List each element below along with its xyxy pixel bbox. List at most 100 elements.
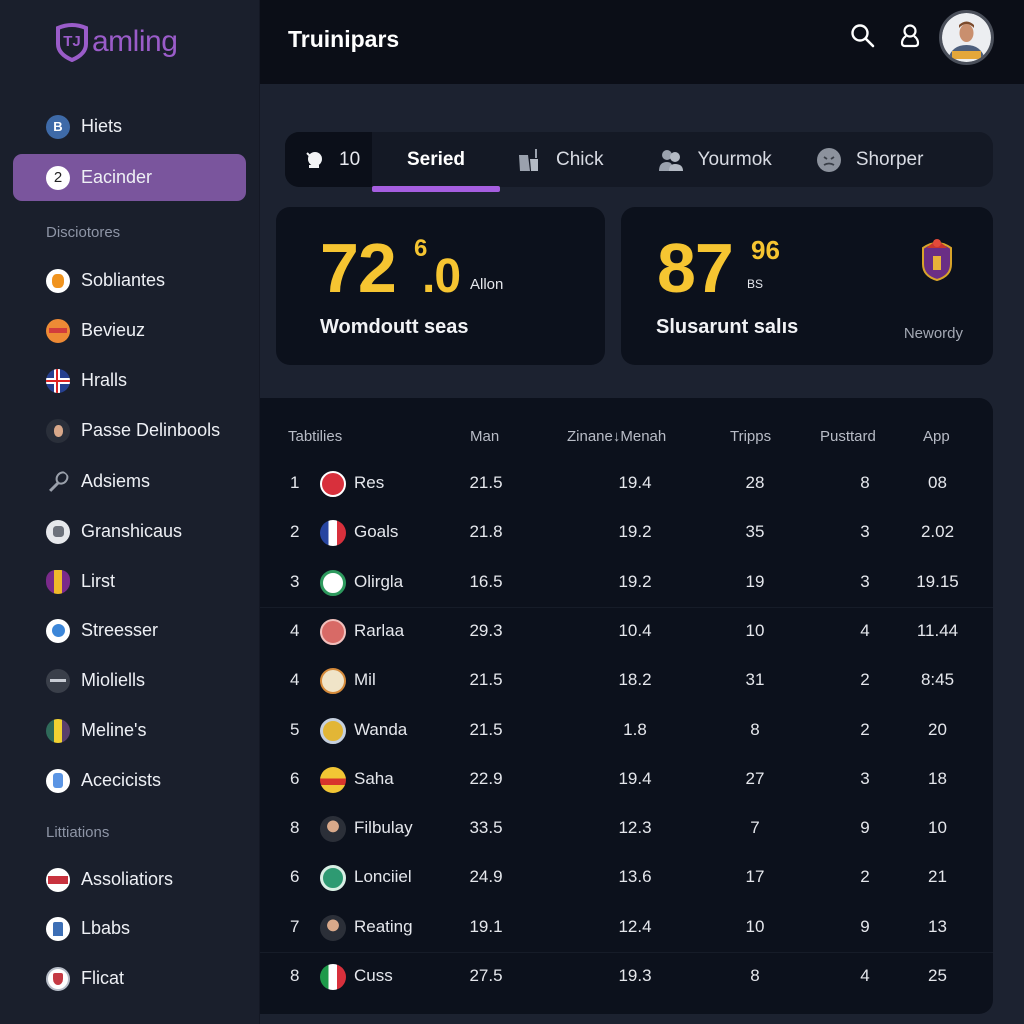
sidebar-item-label: Bevieuz [81, 320, 146, 340]
sidebar-item-hralls[interactable]: Hralls [13, 357, 246, 404]
column-header-zinane-menah[interactable]: Zinane↓Menah [567, 428, 666, 445]
stat-card-womdoutt[interactable]: 72 6 .0 Allon Womdoutt seas [276, 207, 605, 365]
table-row[interactable]: 2 Goals 21.8 19.2 35 3 2.02 [260, 509, 993, 558]
row-team-name[interactable]: Rarlaa [354, 621, 404, 641]
tab-chick[interactable]: Chick [516, 132, 604, 187]
main-content: Truinipars 10 Seried Chick Yourmok Shorp… [260, 0, 1024, 1024]
table-row[interactable]: 5 Wanda 21.5 1.8 8 2 20 [260, 707, 993, 756]
sidebar-item-passe-delinbools[interactable]: Passe Delinbools [13, 407, 246, 454]
cell-app: 2.02 [920, 522, 955, 542]
sidebar-item-label: Mioliells [81, 670, 146, 690]
table-row[interactable]: 4 Rarlaa 29.3 10.4 10 4 11.44 [260, 608, 993, 657]
row-rank: 6 [290, 768, 300, 788]
row-team-name[interactable]: Olirgla [354, 572, 403, 592]
sidebar-item-assoliatiors[interactable]: Assoliatiors [13, 856, 246, 903]
cell-man: 19.1 [469, 916, 503, 936]
table-row[interactable]: 6 Lonciiel 24.9 13.6 17 2 21 [260, 854, 993, 903]
user-icon[interactable] [896, 22, 924, 50]
table-row[interactable]: 3 Olirgla 16.5 19.2 19 3 19.15 [260, 559, 993, 608]
cell-man: 27.5 [469, 966, 503, 985]
stat-badge: Newordy [903, 325, 963, 342]
column-header-pusttard[interactable]: Pusttard [820, 428, 876, 445]
sidebar-item-label: Streesser [81, 620, 159, 640]
cell-man: 22.9 [469, 768, 503, 788]
tab-shorper[interactable]: Shorper [816, 132, 923, 187]
column-header-tabtilies[interactable]: Tabtilies [288, 428, 342, 445]
cell-zm: 19.4 [618, 473, 652, 492]
blue-circle-icon [46, 618, 70, 643]
sidebar-item-bevieuz[interactable]: Bevieuz [13, 307, 246, 354]
tab-yourmok[interactable]: Yourmok [658, 132, 772, 187]
table-row[interactable]: 7 Reating 19.1 12.4 10 9 13 [260, 904, 993, 953]
sidebar-item-granshicaus[interactable]: Granshicaus [13, 508, 246, 555]
sidebar-item-streesser[interactable]: Streesser [13, 607, 246, 654]
cell-pust: 9 [860, 818, 870, 838]
blue-bottle-icon [46, 768, 70, 793]
user-avatar[interactable] [939, 10, 994, 65]
row-team-name[interactable]: Saha [354, 769, 394, 789]
cell-pust: 4 [860, 966, 870, 985]
row-team-name[interactable]: Lonciiel [354, 867, 412, 887]
person-avatar-icon [46, 418, 70, 443]
tab-seried[interactable]: Seried [372, 132, 500, 192]
club-crest-icon [917, 234, 957, 282]
sidebar-item-hiets[interactable]: B Hiets [13, 103, 246, 150]
row-team-name[interactable]: Filbulay [354, 818, 413, 838]
column-header-tripps[interactable]: Tripps [730, 428, 771, 445]
top-bar: Truinipars [260, 0, 1024, 84]
stat-unit: BS [747, 277, 764, 291]
dark-circle-icon [46, 668, 70, 693]
page-title: Truinipars [288, 26, 400, 52]
row-team-name[interactable]: Reating [354, 917, 413, 937]
row-team-name[interactable]: Cuss [354, 966, 393, 986]
sidebar-item-flicat[interactable]: Flicat [13, 955, 246, 1002]
table-row[interactable]: 4 Mil 21.5 18.2 31 2 8:45 [260, 657, 993, 706]
sidebar-item-lbabs[interactable]: Lbabs [13, 905, 246, 952]
tab-label: Seried [406, 148, 466, 170]
sidebar-item-label: Adsiems [81, 471, 151, 491]
cell-zm: 10.4 [618, 620, 652, 640]
sidebar-item-acecicists[interactable]: Acecicists [13, 757, 246, 804]
mascot-crest-icon [320, 668, 346, 695]
table-row[interactable]: 8 Cuss 27.5 19.3 8 4 25 [260, 953, 993, 1002]
table-row[interactable]: 8 Filbulay 33.5 12.3 7 9 10 [260, 805, 993, 854]
count-tab[interactable]: 10 [285, 132, 372, 187]
stat-card-slusarunt[interactable]: 87 96 BS Slusarunt salıs Newordy [621, 207, 993, 365]
sidebar-item-adsiems[interactable]: Adsiems [13, 458, 246, 505]
cell-pust: 3 [860, 571, 870, 591]
column-header-man[interactable]: Man [470, 428, 499, 445]
cell-app: 8:45 [920, 670, 955, 690]
cell-zm: 12.3 [618, 818, 652, 838]
number-2-icon: 2 [46, 165, 70, 190]
cell-zm: 18.2 [618, 670, 652, 690]
row-rank: 4 [290, 670, 300, 690]
cell-tripps: 8 [750, 719, 760, 739]
search-icon[interactable] [849, 22, 877, 50]
sidebar-item-mioliells[interactable]: Mioliells [13, 657, 246, 704]
table-row[interactable]: 6 Saha 22.9 19.4 27 3 18 [260, 756, 993, 805]
blue-tower-icon [46, 916, 70, 941]
sidebar-item-label: Eacinder [81, 167, 153, 187]
cell-pust: 8 [860, 473, 870, 492]
sidebar-item-sobliantes[interactable]: Sobliantes [13, 257, 246, 304]
stats-table: Tabtilies Man Zinane↓Menah Tripps Pustta… [260, 398, 993, 1014]
sidebar-item-melines[interactable]: Meline's [13, 707, 246, 754]
table-row[interactable]: 1 Res 21.5 19.4 28 8 08 [260, 460, 993, 509]
column-header-app[interactable]: App [923, 428, 950, 445]
stat-unit: Allon [470, 276, 504, 293]
row-team-name[interactable]: Mil [354, 670, 376, 690]
row-rank: 3 [290, 571, 300, 591]
section-label-disciotores: Disciotores [46, 224, 121, 241]
row-team-name[interactable]: Res [354, 473, 384, 493]
logo[interactable]: TJ amling [54, 22, 178, 62]
sidebar-item-label: Assoliatiors [81, 869, 174, 889]
cell-tripps: 31 [745, 670, 765, 690]
cell-zm: 12.4 [618, 916, 652, 936]
row-team-name[interactable]: Goals [354, 522, 398, 542]
sidebar-item-label: Sobliantes [81, 270, 166, 290]
sidebar-item-lirst[interactable]: Lirst [13, 558, 246, 605]
row-team-name[interactable]: Wanda [354, 720, 407, 740]
row-rank: 4 [290, 620, 300, 640]
sidebar-item-eacinder[interactable]: 2 Eacinder [13, 154, 246, 201]
count-value: 10 [339, 148, 361, 170]
